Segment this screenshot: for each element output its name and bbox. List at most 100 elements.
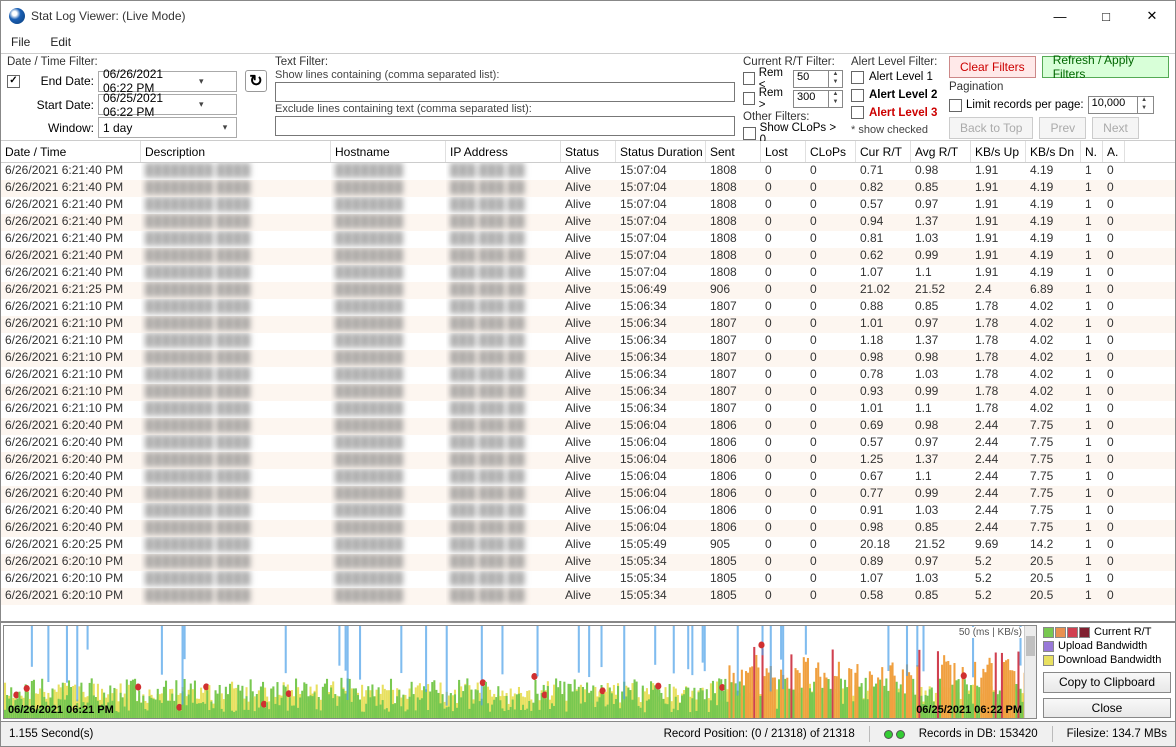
table-row[interactable]: 6/26/2021 6:20:40 PM████████ ███████████… xyxy=(1,503,1175,520)
col-up[interactable]: KB/s Up xyxy=(971,141,1026,162)
table-row[interactable]: 6/26/2021 6:21:40 PM████████ ███████████… xyxy=(1,231,1175,248)
copy-clipboard-button[interactable]: Copy to Clipboard xyxy=(1043,672,1171,693)
col-sent[interactable]: Sent xyxy=(706,141,761,162)
cell: 0 xyxy=(806,452,856,469)
close-panel-button[interactable]: Close xyxy=(1043,698,1171,719)
limit-records-label: Limit records per page: xyxy=(966,99,1084,111)
menu-file[interactable]: File xyxy=(11,35,30,49)
exclude-lines-input[interactable] xyxy=(275,116,735,136)
alert3-checkbox[interactable] xyxy=(851,106,864,119)
table-row[interactable]: 6/26/2021 6:21:40 PM████████ ███████████… xyxy=(1,214,1175,231)
cell: 0 xyxy=(1103,163,1125,180)
cell: 1.91 xyxy=(971,197,1026,214)
window-combo[interactable]: 1 day ▾ xyxy=(98,117,237,138)
col-avg[interactable]: Avg R/T xyxy=(911,141,971,162)
rem-lt-checkbox[interactable] xyxy=(743,72,755,85)
rem-gt-spin[interactable]: 300 ▲▼ xyxy=(793,90,843,108)
cell: 6/26/2021 6:20:10 PM xyxy=(1,554,141,571)
close-button[interactable]: ✕ xyxy=(1129,1,1175,31)
table-row[interactable]: 6/26/2021 6:21:10 PM████████ ███████████… xyxy=(1,350,1175,367)
limit-records-checkbox[interactable] xyxy=(949,99,962,112)
table-row[interactable]: 6/26/2021 6:21:40 PM████████ ███████████… xyxy=(1,180,1175,197)
cell: 0.57 xyxy=(856,197,911,214)
table-body[interactable]: 6/26/2021 6:21:40 PM████████ ███████████… xyxy=(1,163,1175,621)
start-date-dropdown-icon[interactable]: ▾ xyxy=(169,99,235,110)
cell: 4.19 xyxy=(1026,214,1081,231)
col-date[interactable]: Date / Time xyxy=(1,141,141,162)
cell: 0 xyxy=(761,418,806,435)
chart-area[interactable]: 50 (ms | KB/s) 06/26/2021 06:21 PM 06/25… xyxy=(3,625,1037,719)
table-row[interactable]: 6/26/2021 6:20:10 PM████████ ███████████… xyxy=(1,571,1175,588)
table-row[interactable]: 6/26/2021 6:20:40 PM████████ ███████████… xyxy=(1,418,1175,435)
table-row[interactable]: 6/26/2021 6:21:10 PM████████ ███████████… xyxy=(1,333,1175,350)
cell: 1.1 xyxy=(911,265,971,282)
col-cur[interactable]: Cur R/T xyxy=(856,141,911,162)
end-date-dropdown-icon[interactable]: ▾ xyxy=(169,76,235,87)
cell: ███.███.██ xyxy=(446,452,561,469)
limit-records-spin[interactable]: 10,000 ▲▼ xyxy=(1088,96,1154,114)
col-host[interactable]: Hostname xyxy=(331,141,446,162)
chart-scrollbar[interactable] xyxy=(1024,626,1036,718)
col-ip[interactable]: IP Address xyxy=(446,141,561,162)
table-row[interactable]: 6/26/2021 6:20:40 PM████████ ███████████… xyxy=(1,520,1175,537)
table-row[interactable]: 6/26/2021 6:21:40 PM████████ ███████████… xyxy=(1,197,1175,214)
clear-filters-button[interactable]: Clear Filters xyxy=(949,56,1036,78)
table-row[interactable]: 6/26/2021 6:20:25 PM████████ ███████████… xyxy=(1,537,1175,554)
prev-button[interactable]: Prev xyxy=(1039,117,1086,139)
limit-records-value: 10,000 xyxy=(1089,97,1137,113)
col-lost[interactable]: Lost xyxy=(761,141,806,162)
end-date-input[interactable]: 06/26/2021 06:22 PM ▾ xyxy=(98,71,237,92)
cell: 0 xyxy=(761,214,806,231)
col-a[interactable]: A. xyxy=(1103,141,1125,162)
next-button[interactable]: Next xyxy=(1092,117,1139,139)
col-status[interactable]: Status xyxy=(561,141,616,162)
table-row[interactable]: 6/26/2021 6:21:10 PM████████ ███████████… xyxy=(1,316,1175,333)
cell: ████████ ████ xyxy=(141,214,331,231)
refresh-apply-button[interactable]: Refresh / Apply Filters xyxy=(1042,56,1169,78)
table-row[interactable]: 6/26/2021 6:21:40 PM████████ ███████████… xyxy=(1,248,1175,265)
col-dn[interactable]: KB/s Dn xyxy=(1026,141,1081,162)
rem-gt-checkbox[interactable] xyxy=(743,92,755,105)
cell: 4.19 xyxy=(1026,180,1081,197)
show-lines-input[interactable] xyxy=(275,82,735,102)
table-row[interactable]: 6/26/2021 6:20:40 PM████████ ███████████… xyxy=(1,435,1175,452)
spin-up-icon[interactable]: ▲ xyxy=(1138,97,1151,105)
alert1-checkbox[interactable] xyxy=(851,71,864,84)
cell: 1.37 xyxy=(911,214,971,231)
spin-up-icon[interactable]: ▲ xyxy=(829,71,842,79)
col-n[interactable]: N. xyxy=(1081,141,1103,162)
rem-lt-spin[interactable]: 50 ▲▼ xyxy=(793,70,843,88)
refresh-icon[interactable]: ↻ xyxy=(245,70,267,92)
table-row[interactable]: 6/26/2021 6:20:10 PM████████ ███████████… xyxy=(1,588,1175,605)
show-clops-checkbox[interactable] xyxy=(743,127,756,140)
table-row[interactable]: 6/26/2021 6:21:40 PM████████ ███████████… xyxy=(1,265,1175,282)
rem-gt-value: 300 xyxy=(794,91,828,107)
spin-down-icon[interactable]: ▼ xyxy=(829,79,842,87)
table-row[interactable]: 6/26/2021 6:21:10 PM████████ ███████████… xyxy=(1,384,1175,401)
table-row[interactable]: 6/26/2021 6:20:40 PM████████ ███████████… xyxy=(1,469,1175,486)
alert2-checkbox[interactable] xyxy=(851,89,864,102)
col-desc[interactable]: Description xyxy=(141,141,331,162)
col-clops[interactable]: CLoPs xyxy=(806,141,856,162)
table-row[interactable]: 6/26/2021 6:20:40 PM████████ ███████████… xyxy=(1,486,1175,503)
menu-edit[interactable]: Edit xyxy=(50,35,71,49)
table-row[interactable]: 6/26/2021 6:21:40 PM████████ ███████████… xyxy=(1,163,1175,180)
table-row[interactable]: 6/26/2021 6:21:10 PM████████ ███████████… xyxy=(1,401,1175,418)
spin-down-icon[interactable]: ▼ xyxy=(1138,105,1151,113)
cell: 0.78 xyxy=(856,367,911,384)
start-date-input[interactable]: 06/25/2021 06:22 PM ▾ xyxy=(98,94,237,115)
table-row[interactable]: 6/26/2021 6:21:10 PM████████ ███████████… xyxy=(1,367,1175,384)
maximize-button[interactable]: □ xyxy=(1083,1,1129,31)
end-date-checkbox[interactable] xyxy=(7,75,20,88)
cell: ████████ xyxy=(331,299,446,316)
minimize-button[interactable]: — xyxy=(1037,1,1083,31)
cell: 0 xyxy=(761,197,806,214)
col-dur[interactable]: Status Duration xyxy=(616,141,706,162)
table-row[interactable]: 6/26/2021 6:20:40 PM████████ ███████████… xyxy=(1,452,1175,469)
table-row[interactable]: 6/26/2021 6:21:10 PM████████ ███████████… xyxy=(1,299,1175,316)
table-row[interactable]: 6/26/2021 6:21:25 PM████████ ███████████… xyxy=(1,282,1175,299)
spin-up-icon[interactable]: ▲ xyxy=(829,91,842,99)
back-to-top-button[interactable]: Back to Top xyxy=(949,117,1033,139)
table-row[interactable]: 6/26/2021 6:20:10 PM████████ ███████████… xyxy=(1,554,1175,571)
spin-down-icon[interactable]: ▼ xyxy=(829,99,842,107)
